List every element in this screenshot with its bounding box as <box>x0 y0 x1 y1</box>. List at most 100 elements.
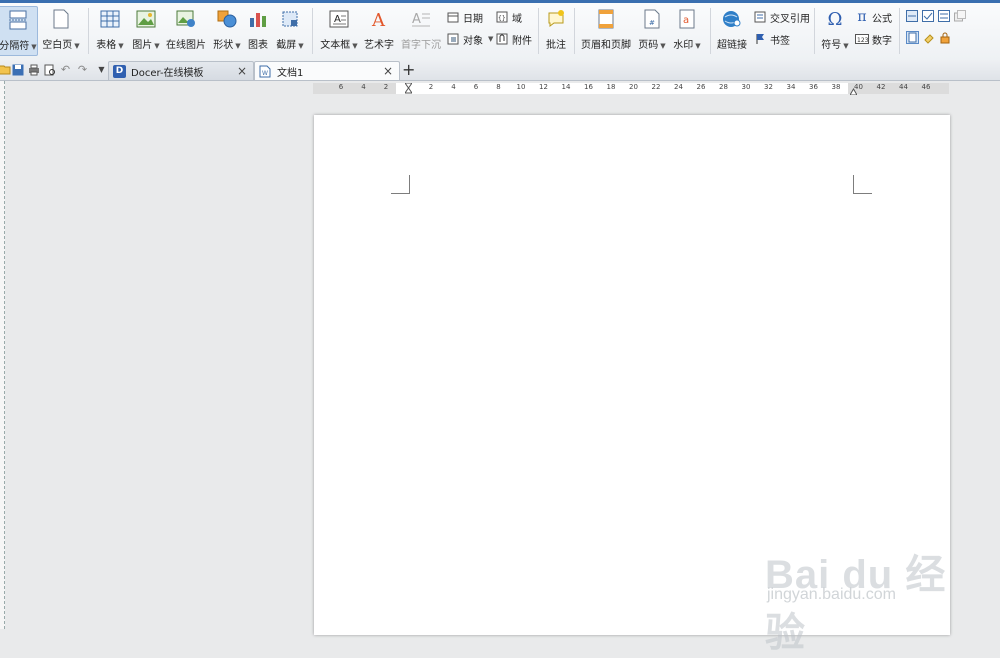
document-page[interactable] <box>314 115 950 635</box>
object-button[interactable]: 对象 ▼ <box>446 29 493 49</box>
pi-icon: π <box>857 9 867 25</box>
hyperlink-button[interactable]: 超链接 <box>714 6 750 56</box>
chart-button[interactable]: 图表 <box>246 6 270 56</box>
picture-label: 图片 <box>132 40 153 51</box>
open-folder-icon[interactable] <box>0 63 11 76</box>
ruler-tick-label: 30 <box>741 83 751 91</box>
screenshot-button[interactable]: 截屏 ▼ <box>274 6 306 56</box>
page-number-button[interactable]: # 页码 ▼ <box>636 6 668 56</box>
comment-label: 批注 <box>546 40 566 51</box>
cross-reference-icon <box>753 10 767 24</box>
form-field-icon[interactable] <box>906 10 918 22</box>
object-label: 对象 <box>463 35 483 47</box>
right-indent-marker[interactable] <box>849 87 858 96</box>
svg-text:123: 123 <box>857 37 869 44</box>
ruler-tick-label: 12 <box>539 83 548 91</box>
divider <box>710 8 711 54</box>
watermark-button[interactable]: a 水印 ▼ <box>670 6 704 56</box>
shape-label: 形状 <box>213 40 234 51</box>
horizontal-ruler[interactable]: 6 4 2 2 4 6 8 10 12 14 16 18 20 22 24 26 28 30 32 34 36 38 40 4… <box>313 82 949 96</box>
ruler-tick-label: 22 <box>651 83 661 91</box>
field-button[interactable]: {} 域 <box>495 7 522 27</box>
bookmark-button[interactable]: 书签 <box>753 29 790 49</box>
ruler-tick-label: 10 <box>516 83 526 91</box>
tab-bar: ↶ ↷ ▼ D Docer-在线模板 × W 文档1 × + <box>0 60 1000 81</box>
print-icon[interactable] <box>27 63 40 76</box>
svg-text:#: # <box>649 19 655 27</box>
header-footer-button[interactable]: 页眉和页脚 <box>578 6 634 56</box>
margin-corner-marker <box>853 175 872 194</box>
design-mode-icon[interactable] <box>906 31 919 44</box>
text-box-button[interactable]: A 文本框 ▼ <box>318 6 360 56</box>
ruler-tick-label: 32 <box>764 83 773 91</box>
shape-icon <box>216 8 238 30</box>
save-icon[interactable] <box>11 63 24 76</box>
blank-page-button[interactable]: 空白页 ▼ <box>40 6 82 56</box>
page-break-icon <box>7 9 29 31</box>
header-footer-label: 页眉和页脚 <box>581 40 631 51</box>
ruler-tick-label: 4 <box>451 83 456 91</box>
svg-text:A: A <box>371 10 386 29</box>
attachment-button[interactable]: 附件 <box>495 29 532 49</box>
cross-reference-button[interactable]: 交叉引用 <box>753 7 810 27</box>
globe-link-icon <box>721 8 743 30</box>
text-box-icon: A <box>328 8 350 30</box>
customize-dropdown-icon[interactable]: ▼ <box>95 63 108 76</box>
print-preview-icon[interactable] <box>43 63 56 76</box>
tab-docer[interactable]: D Docer-在线模板 × <box>108 61 254 80</box>
ribbon-accent-line <box>0 0 1000 3</box>
table-button[interactable]: 表格 ▼ <box>94 6 126 56</box>
date-button[interactable]: 日期 <box>446 7 483 27</box>
bar-chart-icon <box>247 8 269 30</box>
lock-icon[interactable] <box>939 32 951 44</box>
page-number-icon: # <box>641 8 663 30</box>
ruler-tick-label: 42 <box>876 83 886 91</box>
calendar-icon <box>446 10 460 24</box>
blank-page-label: 空白页 <box>42 40 73 51</box>
picture-button[interactable]: 图片 ▼ <box>130 6 162 56</box>
drop-cap-button[interactable]: A 首字下沉 <box>399 6 443 56</box>
field-icon: {} <box>495 10 509 24</box>
redo-icon[interactable]: ↷ <box>76 63 89 76</box>
new-tab-button[interactable]: + <box>402 60 415 79</box>
tab-document1[interactable]: W 文档1 × <box>254 61 400 80</box>
svg-text:a: a <box>683 15 689 26</box>
list-control-icon[interactable] <box>938 10 950 22</box>
close-icon[interactable]: × <box>383 64 393 78</box>
checkbox-control-icon[interactable] <box>922 10 934 22</box>
ruler-tick-label: 6 <box>473 83 479 91</box>
separator-button[interactable]: 分隔符 ▼ <box>0 6 38 56</box>
hyperlink-label: 超链接 <box>717 40 747 51</box>
chart-label: 图表 <box>248 40 268 51</box>
online-picture-icon <box>175 8 197 30</box>
svg-text:A: A <box>412 12 421 27</box>
ruler-tick-label: 44 <box>899 83 908 91</box>
formula-button[interactable]: π 公式 <box>855 7 892 27</box>
symbol-button[interactable]: Ω 符号 ▼ <box>818 6 852 56</box>
document-icon: W <box>259 65 271 78</box>
shape-button[interactable]: 形状 ▼ <box>211 6 243 56</box>
undo-icon[interactable]: ↶ <box>59 63 72 76</box>
ruler-tick-label: 2 <box>383 83 389 91</box>
divider <box>899 8 900 54</box>
more-controls-icon[interactable] <box>954 10 966 22</box>
word-art-button[interactable]: A 艺术字 <box>362 6 396 56</box>
ruler-tick-label: 18 <box>606 83 616 91</box>
close-icon[interactable]: × <box>237 64 247 78</box>
divider <box>538 8 539 54</box>
ruler-tick-label: 2 <box>428 83 434 91</box>
number-button[interactable]: 123 数字 <box>855 29 892 49</box>
left-indent-marker[interactable] <box>404 82 413 94</box>
online-picture-button[interactable]: 在线图片 <box>164 6 208 56</box>
comment-button[interactable]: 批注 <box>542 6 570 56</box>
omega-icon: Ω <box>827 8 843 30</box>
ruler-tick-label: 6 <box>338 83 344 91</box>
word-art-icon: A <box>368 8 390 30</box>
header-footer-icon <box>595 8 617 30</box>
eraser-icon[interactable] <box>923 32 935 44</box>
svg-text:A: A <box>334 14 341 25</box>
cross-reference-label: 交叉引用 <box>770 13 810 25</box>
ruler-tick-label: 38 <box>831 83 841 91</box>
picture-icon <box>135 8 157 30</box>
formula-label: 公式 <box>872 13 892 25</box>
